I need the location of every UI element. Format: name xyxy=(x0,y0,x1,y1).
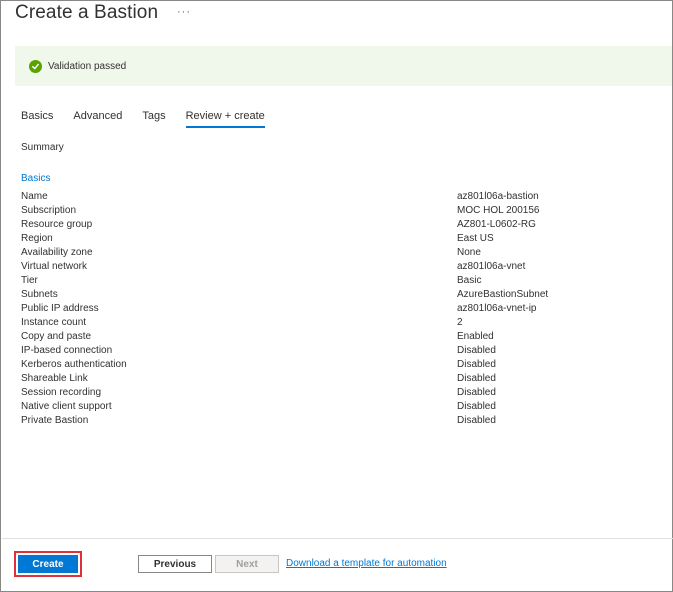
summary-key: Region xyxy=(21,233,53,244)
summary-value: 2 xyxy=(457,317,463,328)
summary-value: Disabled xyxy=(457,401,496,412)
summary-key: Tier xyxy=(21,275,38,286)
tab-basics[interactable]: Basics xyxy=(21,110,53,128)
summary-key: IP-based connection xyxy=(21,345,113,356)
summary-row: Resource group AZ801-L0602-RG xyxy=(21,218,641,232)
summary-row: Tier Basic xyxy=(21,274,641,288)
summary-row: Virtual network az801l06a-vnet xyxy=(21,260,641,274)
summary-row: Copy and paste Enabled xyxy=(21,330,641,344)
summary-value: MOC HOL 200156 xyxy=(457,205,540,216)
tab-tags[interactable]: Tags xyxy=(142,110,165,128)
summary-key: Resource group xyxy=(21,219,93,230)
summary-value: AZ801-L0602-RG xyxy=(457,219,536,230)
validation-message: Validation passed xyxy=(48,60,127,72)
summary-row: Shareable Link Disabled xyxy=(21,372,641,386)
create-bastion-blade: Create a Bastion ··· Validation passed B… xyxy=(0,0,673,592)
summary-heading: Summary xyxy=(21,142,64,153)
next-button[interactable]: Next xyxy=(215,555,279,573)
summary-row: Public IP address az801l06a-vnet-ip xyxy=(21,302,641,316)
summary-key: Shareable Link xyxy=(21,373,88,384)
summary-value: Disabled xyxy=(457,373,496,384)
summary-key: Kerberos authentication xyxy=(21,359,127,370)
page-title: Create a Bastion xyxy=(15,2,159,23)
summary-key: Session recording xyxy=(21,387,102,398)
summary-value: None xyxy=(457,247,481,258)
summary-value: Disabled xyxy=(457,345,496,356)
summary-key: Private Bastion xyxy=(21,415,89,426)
summary-row: IP-based connection Disabled xyxy=(21,344,641,358)
summary-row: Name az801l06a-bastion xyxy=(21,190,641,204)
summary-key: Name xyxy=(21,191,48,202)
summary-key: Native client support xyxy=(21,401,112,412)
summary-key: Public IP address xyxy=(21,303,99,314)
section-heading-basics: Basics xyxy=(21,173,51,184)
summary-key: Virtual network xyxy=(21,261,87,272)
create-button[interactable]: Create xyxy=(18,555,78,573)
summary-value: Disabled xyxy=(457,387,496,398)
summary-row: Session recording Disabled xyxy=(21,386,641,400)
footer-divider xyxy=(2,538,673,539)
summary-list: Name az801l06a-bastion Subscription MOC HO… xyxy=(21,190,641,428)
check-circle-icon xyxy=(29,59,42,73)
wizard-tabs: Basics Advanced Tags Review + create xyxy=(21,110,285,128)
summary-key: Copy and paste xyxy=(21,331,92,342)
tab-advanced[interactable]: Advanced xyxy=(73,110,122,128)
summary-row: Subnets AzureBastionSubnet xyxy=(21,288,641,302)
validation-banner: Validation passed xyxy=(15,46,672,86)
summary-value: az801l06a-vnet xyxy=(457,261,526,272)
summary-row: Instance count 2 xyxy=(21,316,641,330)
summary-row: Native client support Disabled xyxy=(21,400,641,414)
summary-row: Availability zone None xyxy=(21,246,641,260)
summary-value: Disabled xyxy=(457,415,496,426)
summary-value: Enabled xyxy=(457,331,494,342)
summary-value: az801l06a-bastion xyxy=(457,191,539,202)
summary-row: Region East US xyxy=(21,232,641,246)
previous-button[interactable]: Previous xyxy=(138,555,212,573)
tab-review-create[interactable]: Review + create xyxy=(185,110,265,128)
summary-value: AzureBastionSubnet xyxy=(457,289,549,300)
summary-row: Kerberos authentication Disabled xyxy=(21,358,641,372)
summary-value: az801l06a-vnet-ip xyxy=(457,303,537,314)
summary-value: Basic xyxy=(457,275,482,286)
more-options-icon[interactable]: ··· xyxy=(177,6,191,18)
summary-value: East US xyxy=(457,233,494,244)
summary-key: Instance count xyxy=(21,317,87,328)
summary-row: Private Bastion Disabled xyxy=(21,414,641,428)
download-template-link[interactable]: Download a template for automation xyxy=(286,558,447,569)
summary-key: Subscription xyxy=(21,205,77,216)
summary-value: Disabled xyxy=(457,359,496,370)
summary-key: Availability zone xyxy=(21,247,93,258)
summary-row: Subscription MOC HOL 200156 xyxy=(21,204,641,218)
summary-key: Subnets xyxy=(21,289,58,300)
